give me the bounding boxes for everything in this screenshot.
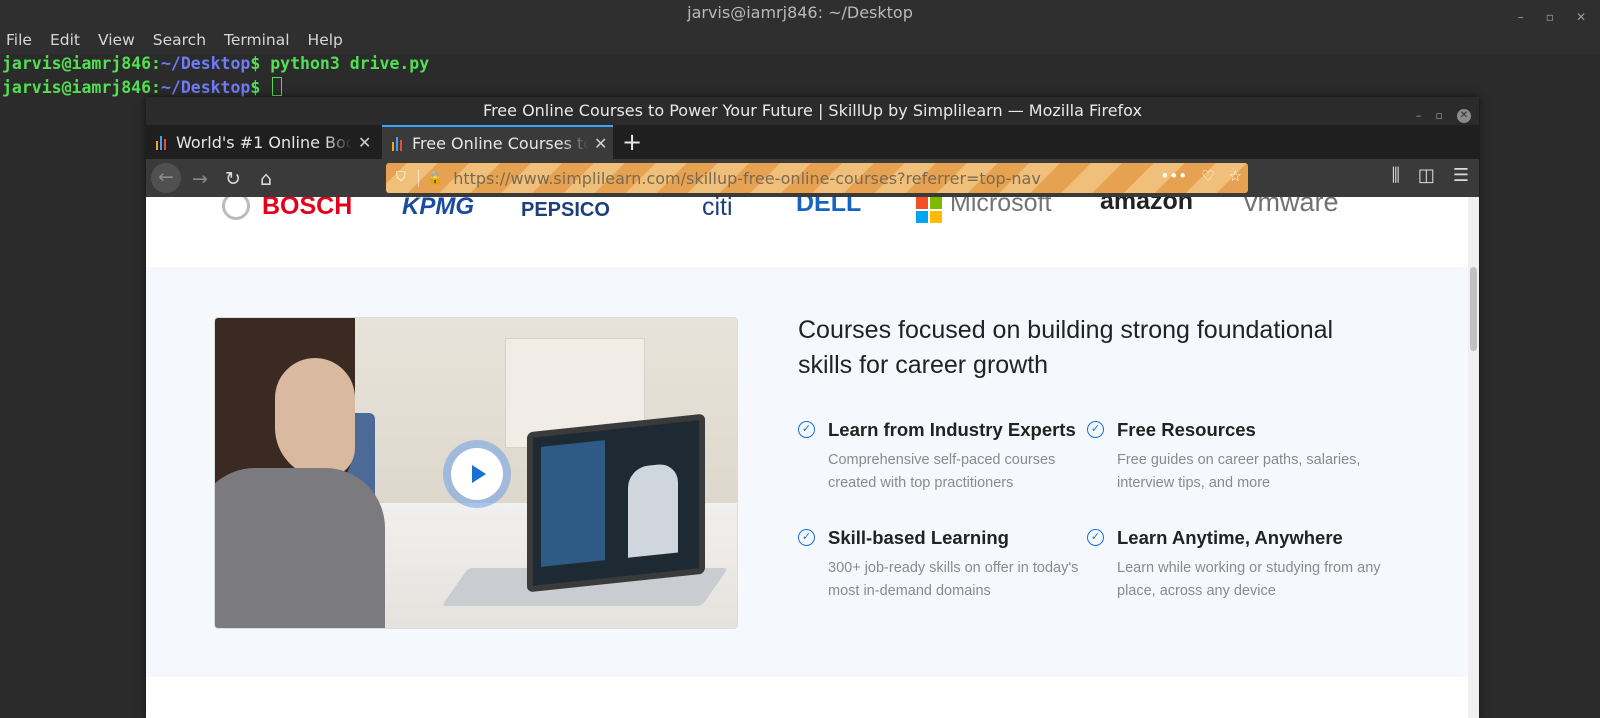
library-icon[interactable]: ⫼	[1392, 165, 1400, 186]
prompt-user: jarvis@iamrj846	[2, 78, 152, 97]
hero-laptop-screen	[527, 413, 705, 593]
play-button[interactable]	[443, 440, 511, 508]
prompt-sep: :	[151, 54, 161, 73]
hamburger-menu-icon[interactable]: ☰	[1453, 165, 1469, 186]
shield-icon[interactable]: ⛉	[396, 170, 410, 186]
feature-title: Learn from Industry Experts	[828, 419, 1076, 440]
check-circle-icon: ✓	[798, 421, 815, 438]
feature-description: Learn while working or studying from any…	[1117, 560, 1381, 599]
back-icon[interactable]: ←	[151, 163, 181, 193]
feature-title: Free Resources	[1117, 419, 1256, 440]
page-actions-icon[interactable]: •••	[1161, 167, 1188, 185]
navigation-toolbar: ← → ↻ ⌂ ⛉ 🔒 https://www.simplilearn.com/…	[146, 159, 1479, 197]
prompt-path: ~/Desktop	[160, 78, 251, 97]
logo-vmware: vmware	[1244, 197, 1339, 217]
terminal-cursor	[272, 77, 283, 96]
web-page: BOSCH KPMG PEPSICO citi DELL Microsoft a…	[146, 197, 1468, 718]
close-icon[interactable]: ✕	[1457, 109, 1471, 123]
menu-search[interactable]: Search	[153, 31, 206, 49]
hero-person-face	[275, 358, 355, 478]
simplilearn-favicon-icon	[392, 135, 402, 151]
logo-citi: citi	[702, 197, 733, 221]
feature-description: 300+ job-ready skills on offer in today'…	[828, 560, 1079, 599]
menu-terminal[interactable]: Terminal	[224, 31, 290, 49]
url-text[interactable]: https://www.simplilearn.com/skillup-free…	[453, 169, 1041, 188]
new-tab-icon[interactable]: +	[622, 127, 642, 157]
url-actions: ••• ♡ ☆	[1161, 167, 1242, 185]
prompt-path: ~/Desktop	[160, 54, 251, 73]
hero-laptop-panel	[541, 440, 605, 567]
tab-close-icon[interactable]: ✕	[358, 133, 371, 152]
hero-person-body	[215, 468, 385, 628]
tab-free-courses[interactable]: Free Online Courses to Power Your Future…	[382, 125, 613, 159]
tab-strip: World's #1 Online Bootcamp ✕ Free Online…	[146, 125, 1479, 159]
feature-description: Comprehensive self-paced courses created…	[828, 452, 1056, 491]
bookmark-star-icon[interactable]: ☆	[1229, 167, 1242, 185]
client-logos: BOSCH KPMG PEPSICO citi DELL Microsoft a…	[146, 197, 1468, 267]
terminal-titlebar: jarvis@iamrj846: ~/Desktop – ▫ ✕	[0, 0, 1600, 26]
firefox-title: Free Online Courses to Power Your Future…	[483, 101, 1142, 120]
terminal-title: jarvis@iamrj846: ~/Desktop	[687, 3, 913, 22]
logo-amazon: amazon	[1100, 197, 1194, 215]
features-section: Courses focused on building strong found…	[146, 267, 1468, 677]
menu-edit[interactable]: Edit	[50, 31, 80, 49]
check-circle-icon: ✓	[1087, 529, 1104, 546]
lock-icon[interactable]: 🔒	[427, 171, 443, 186]
logo-pepsico: PEPSICO	[521, 199, 610, 221]
prompt-symbol: $	[250, 54, 261, 73]
tab-label: Free Online Courses to Power Your Future	[412, 133, 588, 153]
home-icon[interactable]: ⌂	[252, 165, 280, 193]
bosch-ring-icon	[222, 197, 250, 220]
microsoft-squares-icon	[916, 197, 942, 223]
prompt-symbol: $	[250, 78, 261, 97]
scrollbar-thumb[interactable]	[1470, 267, 1477, 351]
reload-icon[interactable]: ↻	[219, 165, 247, 193]
prompt-user: jarvis@iamrj846	[2, 54, 152, 73]
prompt-sep: :	[151, 78, 161, 97]
feature-description: Free guides on career paths, salaries, i…	[1117, 452, 1361, 491]
page-scrollbar[interactable]	[1468, 197, 1479, 718]
logo-kpmg: KPMG	[402, 197, 474, 220]
firefox-titlebar: Free Online Courses to Power Your Future…	[146, 97, 1479, 125]
play-icon[interactable]	[451, 448, 503, 500]
firefox-window: Free Online Courses to Power Your Future…	[146, 97, 1479, 718]
url-bar[interactable]: ⛉ 🔒 https://www.simplilearn.com/skillup-…	[386, 163, 1248, 193]
check-circle-icon: ✓	[798, 529, 815, 546]
forward-icon[interactable]: →	[186, 165, 214, 193]
tab-close-icon[interactable]: ✕	[594, 134, 607, 153]
section-heading: Courses focused on building strong found…	[798, 316, 1334, 379]
terminal-line: jarvis@iamrj846:~/Desktop$	[2, 77, 283, 97]
toolbar-right: ⫼ ◫ ☰	[1392, 165, 1469, 186]
tab-label: World's #1 Online Bootcamp	[176, 132, 352, 152]
logo-dell: DELL	[796, 197, 862, 217]
simplilearn-favicon-icon	[156, 134, 166, 150]
menu-file[interactable]: File	[6, 31, 32, 49]
logo-microsoft: Microsoft	[950, 197, 1052, 217]
menu-view[interactable]: View	[98, 31, 135, 49]
sidebar-icon[interactable]: ◫	[1418, 165, 1435, 186]
pocket-icon[interactable]: ♡	[1201, 167, 1214, 185]
feature-title: Skill-based Learning	[828, 527, 1009, 548]
url-separator	[418, 169, 419, 187]
prompt-command: python3 drive.py	[270, 54, 430, 73]
hero-laptop-instructor	[628, 462, 678, 558]
feature-title: Learn Anytime, Anywhere	[1117, 527, 1343, 548]
logo-bosch: BOSCH	[262, 197, 353, 220]
terminal-line: jarvis@iamrj846:~/Desktop$ python3 drive…	[2, 54, 429, 73]
menu-help[interactable]: Help	[308, 31, 343, 49]
terminal-menubar: File Edit View Search Terminal Help	[0, 26, 1600, 54]
tab-bootcamp[interactable]: World's #1 Online Bootcamp ✕	[146, 125, 373, 159]
check-circle-icon: ✓	[1087, 421, 1104, 438]
hero-video-thumbnail[interactable]	[214, 317, 738, 629]
